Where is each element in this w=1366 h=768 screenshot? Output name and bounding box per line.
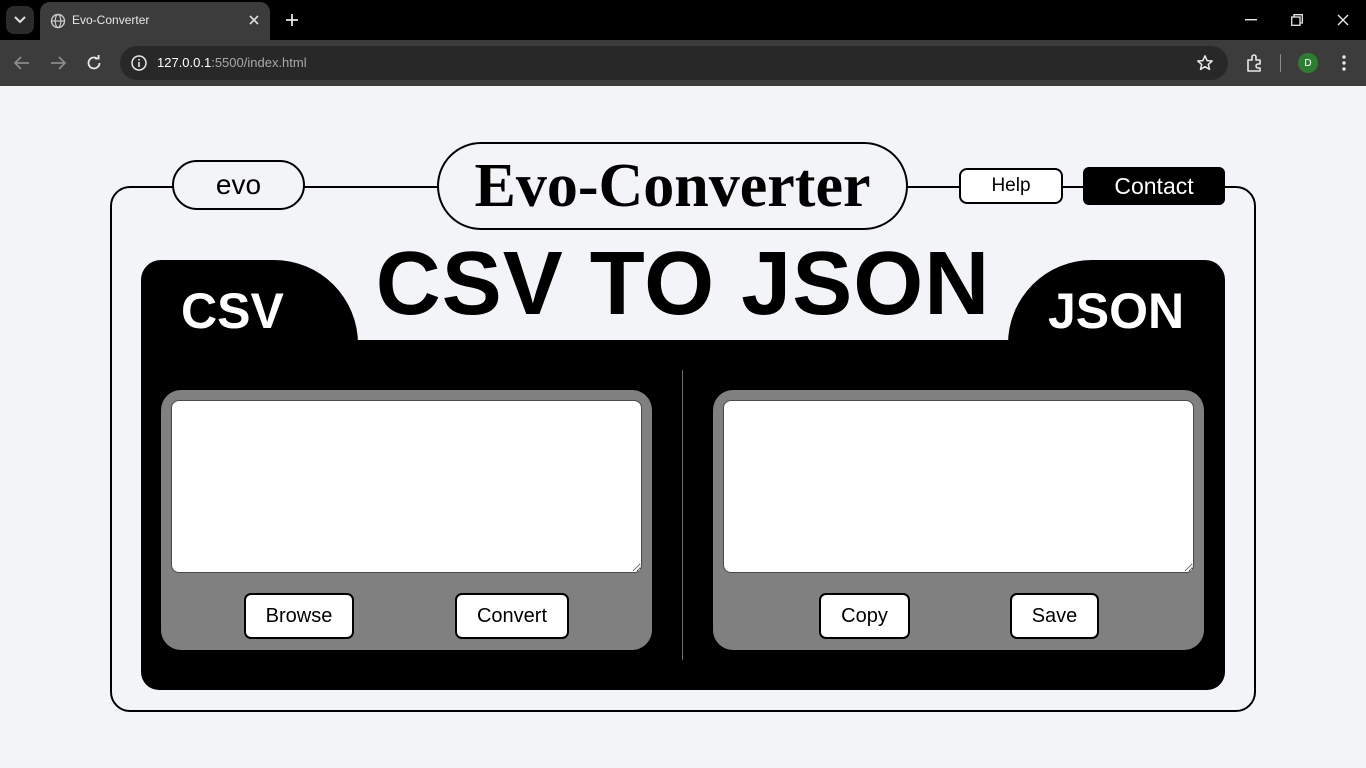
more-menu-icon[interactable] (1334, 52, 1354, 74)
json-editor-box: Copy Save (713, 390, 1204, 650)
restore-icon[interactable] (1287, 10, 1307, 30)
toolbar-separator (1280, 54, 1281, 72)
url-host: 127.0.0.1 (157, 55, 212, 70)
url-path: :5500/index.html (211, 55, 307, 70)
profile-avatar[interactable]: D (1298, 53, 1318, 73)
page-headline: CSV TO JSON (375, 234, 991, 334)
new-tab-icon[interactable] (282, 10, 302, 30)
help-button[interactable]: Help (959, 168, 1063, 204)
copy-button[interactable]: Copy (819, 593, 910, 639)
contact-button[interactable]: Contact (1083, 167, 1225, 205)
convert-button[interactable]: Convert (455, 593, 569, 639)
save-button[interactable]: Save (1010, 593, 1099, 639)
browse-button[interactable]: Browse (244, 593, 354, 639)
tab-search-button[interactable] (6, 6, 34, 34)
back-arrow-icon[interactable] (11, 52, 33, 74)
logo[interactable]: evo (172, 160, 305, 210)
forward-arrow-icon[interactable] (47, 52, 69, 74)
panel-divider (682, 370, 683, 660)
reload-icon[interactable] (83, 52, 105, 74)
close-tab-icon[interactable] (246, 12, 262, 28)
csv-editor-box: Browse Convert (161, 390, 652, 650)
browser-tab-active[interactable]: Evo-Converter (40, 2, 270, 40)
site-info-icon[interactable] (130, 54, 148, 72)
site-title: Evo-Converter (437, 142, 908, 230)
globe-icon (50, 13, 66, 29)
close-window-icon[interactable] (1333, 10, 1353, 30)
tab-title: Evo-Converter (72, 13, 150, 27)
chevron-down-icon (14, 16, 26, 24)
csv-input[interactable] (171, 400, 642, 573)
bookmark-star-icon[interactable] (1196, 54, 1214, 72)
address-bar[interactable]: 127.0.0.1:5500/index.html (120, 46, 1228, 80)
csv-tab-label: CSV (181, 283, 284, 339)
page-content: evo Evo-Converter Help Contact CSV JSON … (0, 86, 1366, 768)
url-text: 127.0.0.1:5500/index.html (157, 55, 307, 70)
extensions-icon[interactable] (1244, 52, 1266, 74)
minimize-icon[interactable] (1241, 10, 1261, 30)
browser-tab-strip: Evo-Converter (0, 0, 1366, 40)
json-output[interactable] (723, 400, 1194, 573)
browser-toolbar: 127.0.0.1:5500/index.html D (0, 40, 1366, 86)
json-tab-label: JSON (1048, 283, 1185, 339)
